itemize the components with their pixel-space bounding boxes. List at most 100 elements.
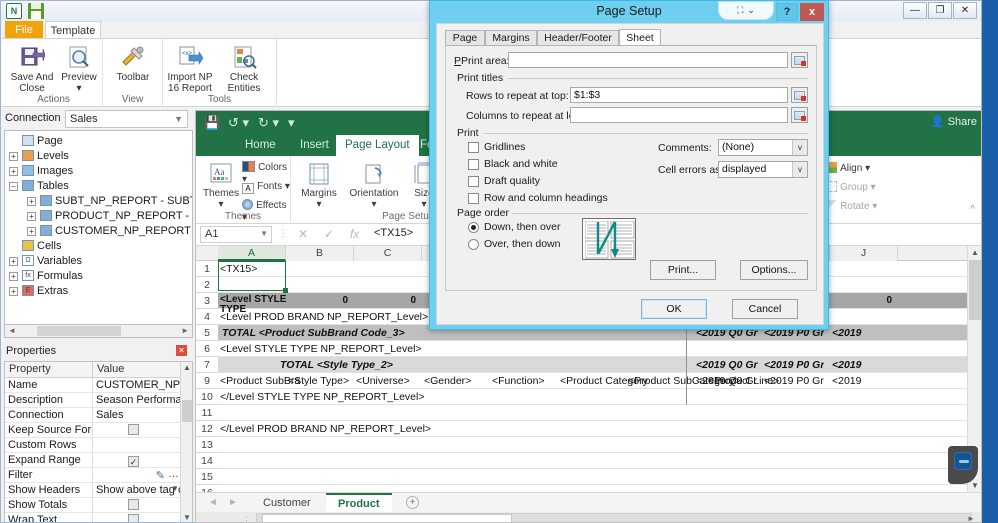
property-value[interactable]	[93, 513, 181, 523]
horizontal-scroll-thumb[interactable]	[262, 514, 512, 523]
preview-dropdown-caret[interactable]: ▾	[52, 83, 106, 94]
property-row[interactable]: Expand Range✓	[5, 453, 192, 468]
cell-J3[interactable]: 0	[830, 295, 898, 306]
fill-handle[interactable]	[283, 288, 288, 293]
dialog-tab-margins[interactable]: Margins	[485, 30, 537, 46]
minimize-button[interactable]: —	[903, 2, 927, 19]
expand-icon[interactable]: +	[9, 257, 18, 266]
scroll-down-icon[interactable]: ▼	[971, 481, 979, 490]
scroll-up-icon[interactable]: ▲	[971, 248, 979, 257]
expand-icon[interactable]: +	[27, 197, 36, 206]
property-row[interactable]: Show Totals	[5, 498, 192, 513]
themes-button[interactable]: Aa Themes ▾	[200, 160, 242, 210]
restore-icon[interactable]: ⛶	[737, 5, 743, 16]
cell-C9[interactable]: <Universe>	[354, 375, 410, 387]
tab-insert[interactable]: Insert	[291, 135, 338, 156]
horizontal-scrollbar[interactable]: ⋮ ◄ ►	[196, 512, 982, 523]
expand-icon[interactable]: +	[9, 287, 18, 296]
previous-sheet-icon[interactable]: ◄	[208, 497, 218, 508]
column-header-c[interactable]: C	[354, 246, 422, 261]
property-value[interactable]: Sales	[93, 408, 181, 422]
ok-button[interactable]: OK	[641, 299, 707, 319]
rows-repeat-range-picker[interactable]	[791, 87, 808, 103]
property-value[interactable]	[93, 498, 181, 512]
row-header-4[interactable]: 4	[196, 309, 218, 325]
column-header-a[interactable]: A	[218, 246, 286, 261]
check-entities-button[interactable]: Check Entities	[217, 42, 271, 94]
cell-A4[interactable]: <Level PROD BRAND NP_REPORT_Level>	[218, 311, 428, 323]
cell-A6[interactable]: <Level STYLE TYPE NP_REPORT_Level>	[218, 343, 422, 355]
preview-button[interactable]: Preview ▾	[52, 42, 106, 94]
orientation-dropdown-caret[interactable]: ▾	[343, 199, 405, 210]
expand-icon[interactable]: +	[9, 167, 18, 176]
property-checkbox[interactable]	[128, 514, 139, 523]
dialog-help-button[interactable]: ?	[776, 3, 798, 21]
tab-file[interactable]: File	[5, 21, 43, 39]
cancel-icon[interactable]: ✕	[298, 227, 308, 241]
confirm-icon[interactable]: ✓	[324, 227, 334, 241]
row-header-2[interactable]: 2	[196, 277, 218, 293]
margins-dropdown-caret[interactable]: ▾	[295, 199, 343, 210]
tab-page-layout[interactable]: Page Layout	[336, 135, 419, 156]
properties-scrollbar[interactable]: ▲ ▼	[180, 362, 192, 523]
property-value[interactable]: Season Performance by	[93, 393, 181, 407]
fonts-button[interactable]: A Fonts ▾	[242, 180, 290, 194]
cell-J5[interactable]: <2019	[830, 327, 862, 339]
property-row[interactable]: Filter✎…	[5, 468, 192, 483]
cell-C3[interactable]: 0	[354, 295, 422, 306]
toolbar-button[interactable]: Toolbar	[106, 42, 160, 83]
comments-select[interactable]: (None) v	[718, 139, 808, 156]
down-then-over-radio[interactable]	[468, 222, 479, 233]
options-button[interactable]: Options...	[740, 260, 808, 280]
sheet-tab-product[interactable]: Product	[326, 493, 392, 513]
chevron-down-icon[interactable]: ▼	[260, 229, 268, 238]
row-header-11[interactable]: 11	[196, 405, 218, 421]
columns-repeat-range-picker[interactable]	[791, 107, 808, 123]
cell-B9[interactable]: <Style Type>	[286, 375, 349, 387]
property-row[interactable]: Wrap Text	[5, 513, 192, 523]
properties-scroll-thumb[interactable]	[182, 400, 192, 422]
row-header-7[interactable]: 7	[196, 357, 218, 373]
cell-A10[interactable]: </Level STYLE TYPE NP_REPORT_Level>	[218, 391, 424, 403]
cell-B3[interactable]: 0	[286, 295, 354, 306]
print-area-input[interactable]	[508, 52, 788, 68]
property-value[interactable]	[93, 438, 181, 452]
properties-close-icon[interactable]: ✕	[176, 345, 187, 356]
cell-H7[interactable]: <2019 Q0 Gr	[694, 359, 758, 371]
row-header-3[interactable]: 3	[196, 293, 218, 309]
split-grip[interactable]: ⋮	[242, 515, 251, 523]
tree-scroll-thumb[interactable]	[37, 326, 121, 336]
share-button[interactable]: 👤 Share	[931, 115, 977, 128]
print-button[interactable]: Print...	[650, 260, 716, 280]
scroll-right-icon[interactable]: ►	[181, 326, 189, 335]
property-value[interactable]: ✓	[93, 453, 181, 467]
tree-horizontal-scrollbar[interactable]: ◄ ►	[4, 325, 193, 338]
name-box[interactable]: A1 ▼	[200, 226, 272, 243]
margins-button[interactable]: Margins ▾	[295, 160, 343, 210]
row-header-5[interactable]: 5	[196, 325, 218, 341]
property-row[interactable]: Keep Source Formats	[5, 423, 192, 438]
insert-function-icon[interactable]: fx	[350, 227, 359, 241]
over-then-down-radio[interactable]	[468, 239, 479, 250]
row-header-10[interactable]: 10	[196, 389, 218, 405]
scroll-down-icon[interactable]: ▼	[183, 513, 191, 522]
cell-I9[interactable]: <2019 P0 Gr	[762, 375, 824, 387]
property-checkbox[interactable]: ✓	[128, 456, 139, 467]
scroll-up-icon[interactable]: ▲	[183, 363, 191, 372]
cell-A5[interactable]: TOTAL <Product SubBrand Code_3>	[220, 327, 405, 339]
draft-quality-checkbox[interactable]	[468, 176, 479, 187]
property-checkbox[interactable]	[128, 499, 139, 510]
sheet-tab-customer[interactable]: Customer	[251, 493, 323, 513]
vertical-scroll-thumb[interactable]	[969, 260, 981, 320]
property-row[interactable]: Custom Rows	[5, 438, 192, 453]
row-header-14[interactable]: 14	[196, 453, 218, 469]
columns-repeat-input[interactable]	[570, 107, 788, 123]
template-tree[interactable]: Page+Levels+Images–Tables+SUBT_NP_REPORT…	[4, 130, 193, 325]
chevron-down-icon[interactable]: ⌄	[747, 5, 755, 16]
chevron-down-icon[interactable]: v	[792, 162, 807, 177]
dialog-tab-page[interactable]: Page	[445, 30, 485, 46]
chevron-down-icon[interactable]: v	[792, 140, 807, 155]
cell-E9[interactable]: <Function>	[490, 375, 545, 387]
property-checkbox[interactable]	[128, 424, 139, 435]
row-header-15[interactable]: 15	[196, 469, 218, 485]
